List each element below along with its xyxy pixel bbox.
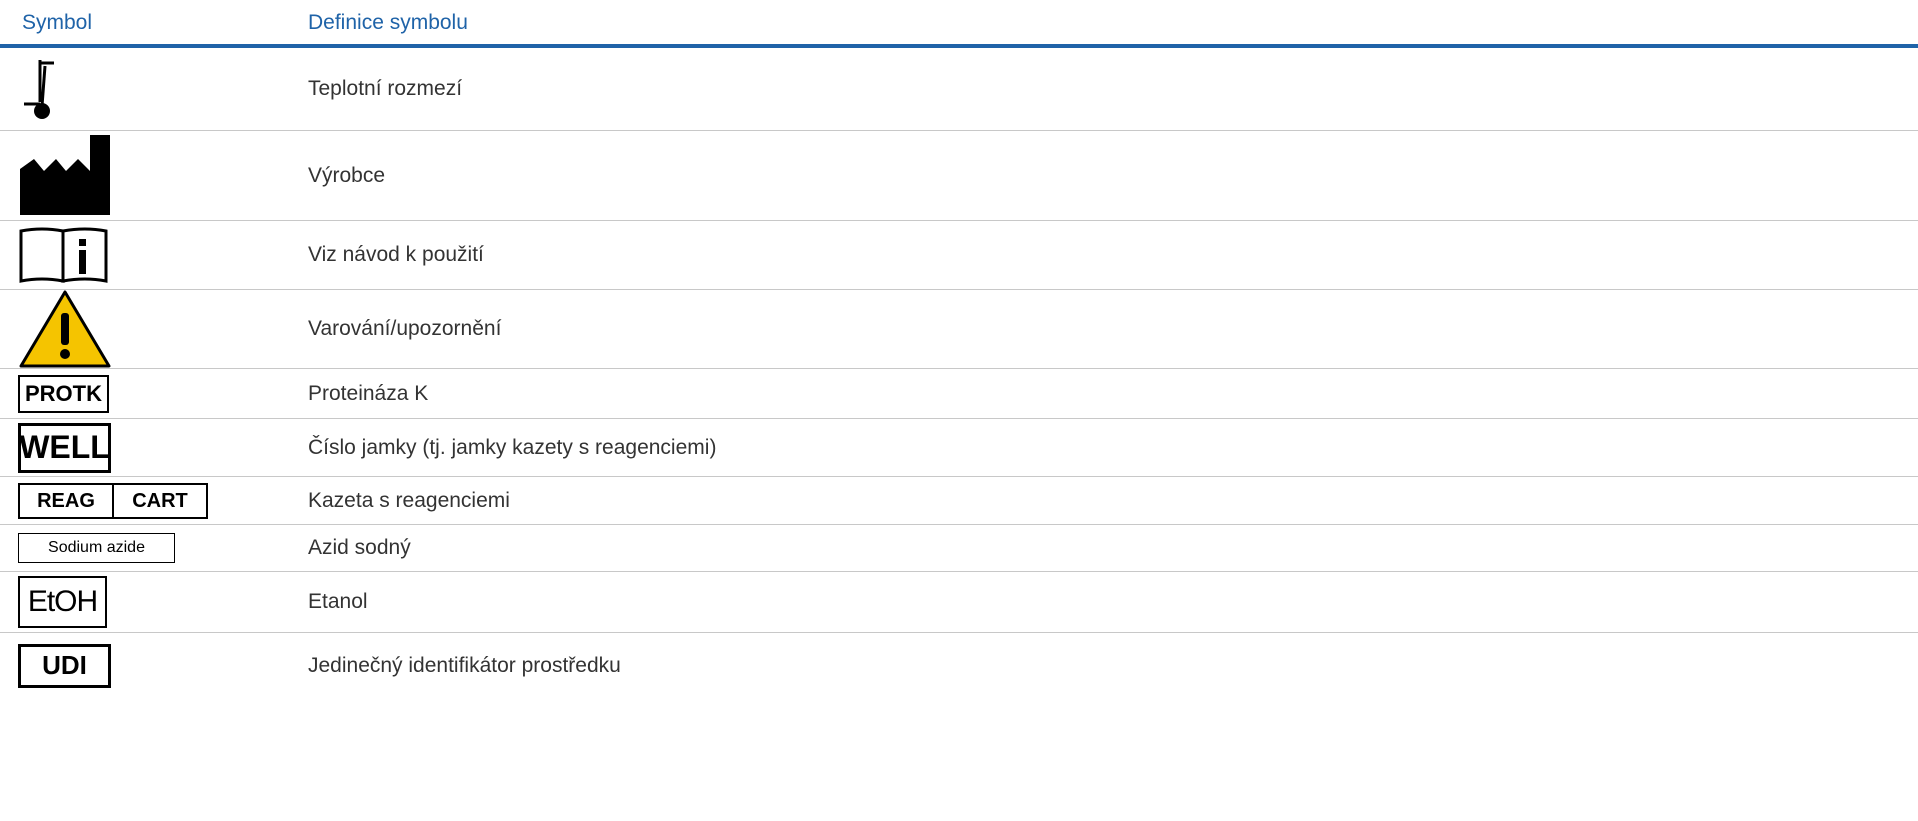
table-row: Varování/upozornění <box>0 290 1918 369</box>
table-row: Teplotní rozmezí <box>0 48 1918 131</box>
table-row: WELL Číslo jamky (tj. jamky kazety s rea… <box>0 419 1918 477</box>
row-definition: Etanol <box>308 590 368 613</box>
row-definition: Azid sodný <box>308 536 411 559</box>
etoh-label-icon: EtOH <box>18 576 107 628</box>
temperature-limit-icon <box>18 48 68 130</box>
row-definition: Varování/upozornění <box>308 317 502 340</box>
reag-cart-label-icon: REAG CART <box>18 482 208 519</box>
header-definition: Definice symbolu <box>308 11 468 34</box>
udi-label-icon: UDI <box>18 643 111 688</box>
manufacturer-icon <box>18 131 114 220</box>
table-row: PROTK Proteináza K <box>0 369 1918 419</box>
table-row: UDI Jedinečný identifikátor prostředku <box>0 633 1918 698</box>
cart-label: CART <box>132 489 188 512</box>
row-definition: Výrobce <box>308 163 386 187</box>
row-definition: Kazeta s reagenciemi <box>308 488 510 512</box>
sodium-azide-label-icon: Sodium azide <box>18 533 175 563</box>
table-row: EtOH Etanol <box>0 572 1918 633</box>
header-symbol: Symbol <box>22 11 93 34</box>
table-header: Symbol Definice symbolu <box>0 0 1918 48</box>
row-definition: Viz návod k použití <box>308 243 484 266</box>
row-definition: Teplotní rozmezí <box>308 77 463 100</box>
table-row: Výrobce <box>0 131 1918 221</box>
row-definition: Proteináza K <box>308 381 429 405</box>
instructions-for-use-icon <box>18 221 110 289</box>
protk-label-icon: PROTK <box>18 374 109 413</box>
well-label-icon: WELL <box>18 422 111 473</box>
table-row: Sodium azide Azid sodný <box>0 525 1918 572</box>
reag-label: REAG <box>20 484 114 517</box>
warning-icon <box>18 290 112 368</box>
table-row: Viz návod k použití <box>0 221 1918 290</box>
table-row: REAG CART Kazeta s reagenciemi <box>0 477 1918 525</box>
symbols-table: Symbol Definice symbolu Teplotní rozmezí… <box>0 0 1918 698</box>
row-definition: Jedinečný identifikátor prostředku <box>308 653 621 677</box>
row-definition: Číslo jamky (tj. jamky kazety s reagenci… <box>308 435 717 459</box>
